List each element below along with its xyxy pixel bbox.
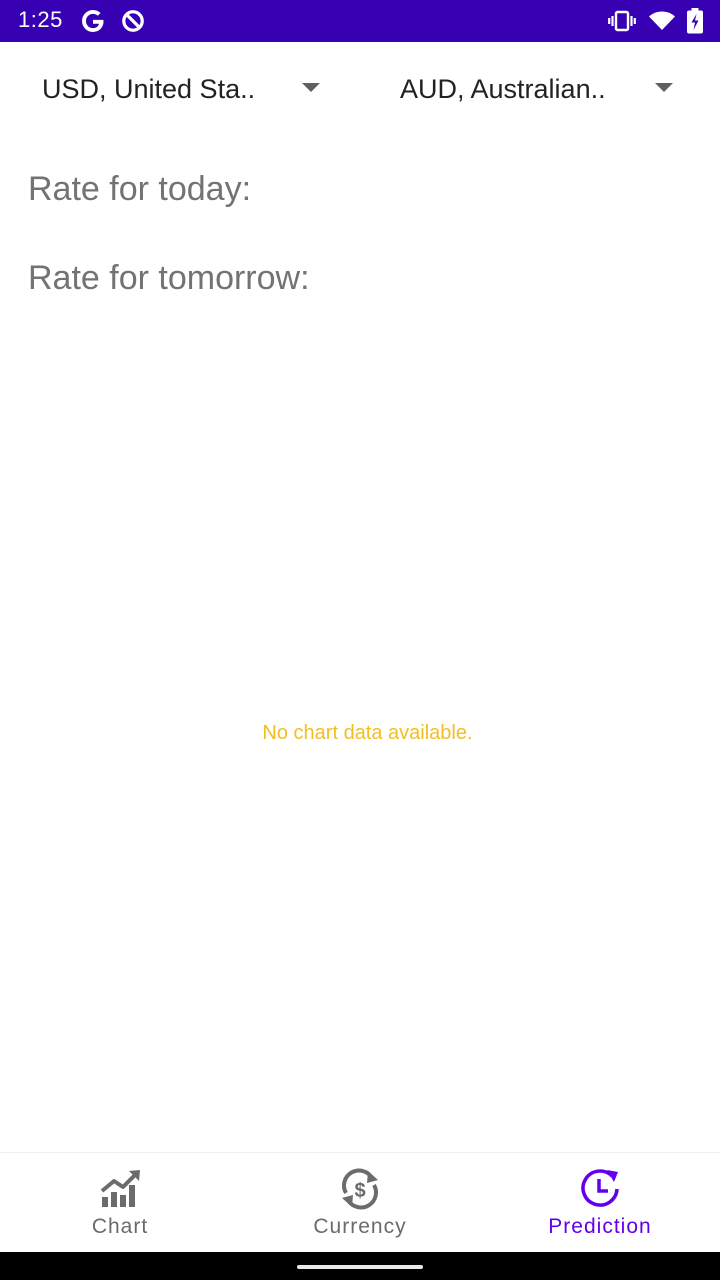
nav-label-prediction: Prediction — [548, 1215, 652, 1238]
rate-today-label: Rate for today: — [28, 170, 252, 208]
status-bar: 1:25 — [0, 0, 720, 42]
nav-item-chart[interactable]: Chart — [0, 1153, 240, 1253]
home-gesture-handle[interactable] — [297, 1265, 423, 1269]
nav-label-chart: Chart — [91, 1215, 149, 1238]
svg-text:$: $ — [354, 1180, 365, 1202]
system-gesture-bar — [0, 1252, 720, 1280]
nav-item-prediction[interactable]: Prediction — [480, 1153, 720, 1253]
battery-icon — [687, 8, 703, 34]
from-currency-value: USD, United Sta.. — [42, 74, 256, 104]
to-currency-value: AUD, Australian.. — [400, 74, 606, 104]
status-time: 1:25 — [18, 7, 63, 32]
nav-label-currency: Currency — [313, 1215, 407, 1238]
google-icon — [82, 10, 104, 32]
chart-empty-message: No chart data available. — [262, 722, 473, 744]
to-currency-dropdown-icon — [655, 83, 673, 92]
nav-item-currency[interactable]: $ Currency — [240, 1153, 480, 1253]
from-currency-dropdown-icon — [302, 83, 320, 92]
bottom-navigation: Chart $ Currency Prediction — [0, 1152, 720, 1253]
data-saver-icon — [122, 10, 144, 32]
to-currency-spinner[interactable]: AUD, Australian.. — [360, 60, 705, 120]
rate-tomorrow-label: Rate for tomorrow: — [28, 259, 310, 297]
currency-exchange-icon: $ — [342, 1168, 378, 1210]
prediction-clock-icon — [581, 1169, 619, 1207]
vibrate-icon — [608, 10, 636, 32]
wifi-icon — [649, 11, 675, 30]
from-currency-spinner[interactable]: USD, United Sta.. — [0, 60, 345, 120]
chart-trend-icon — [100, 1170, 140, 1207]
